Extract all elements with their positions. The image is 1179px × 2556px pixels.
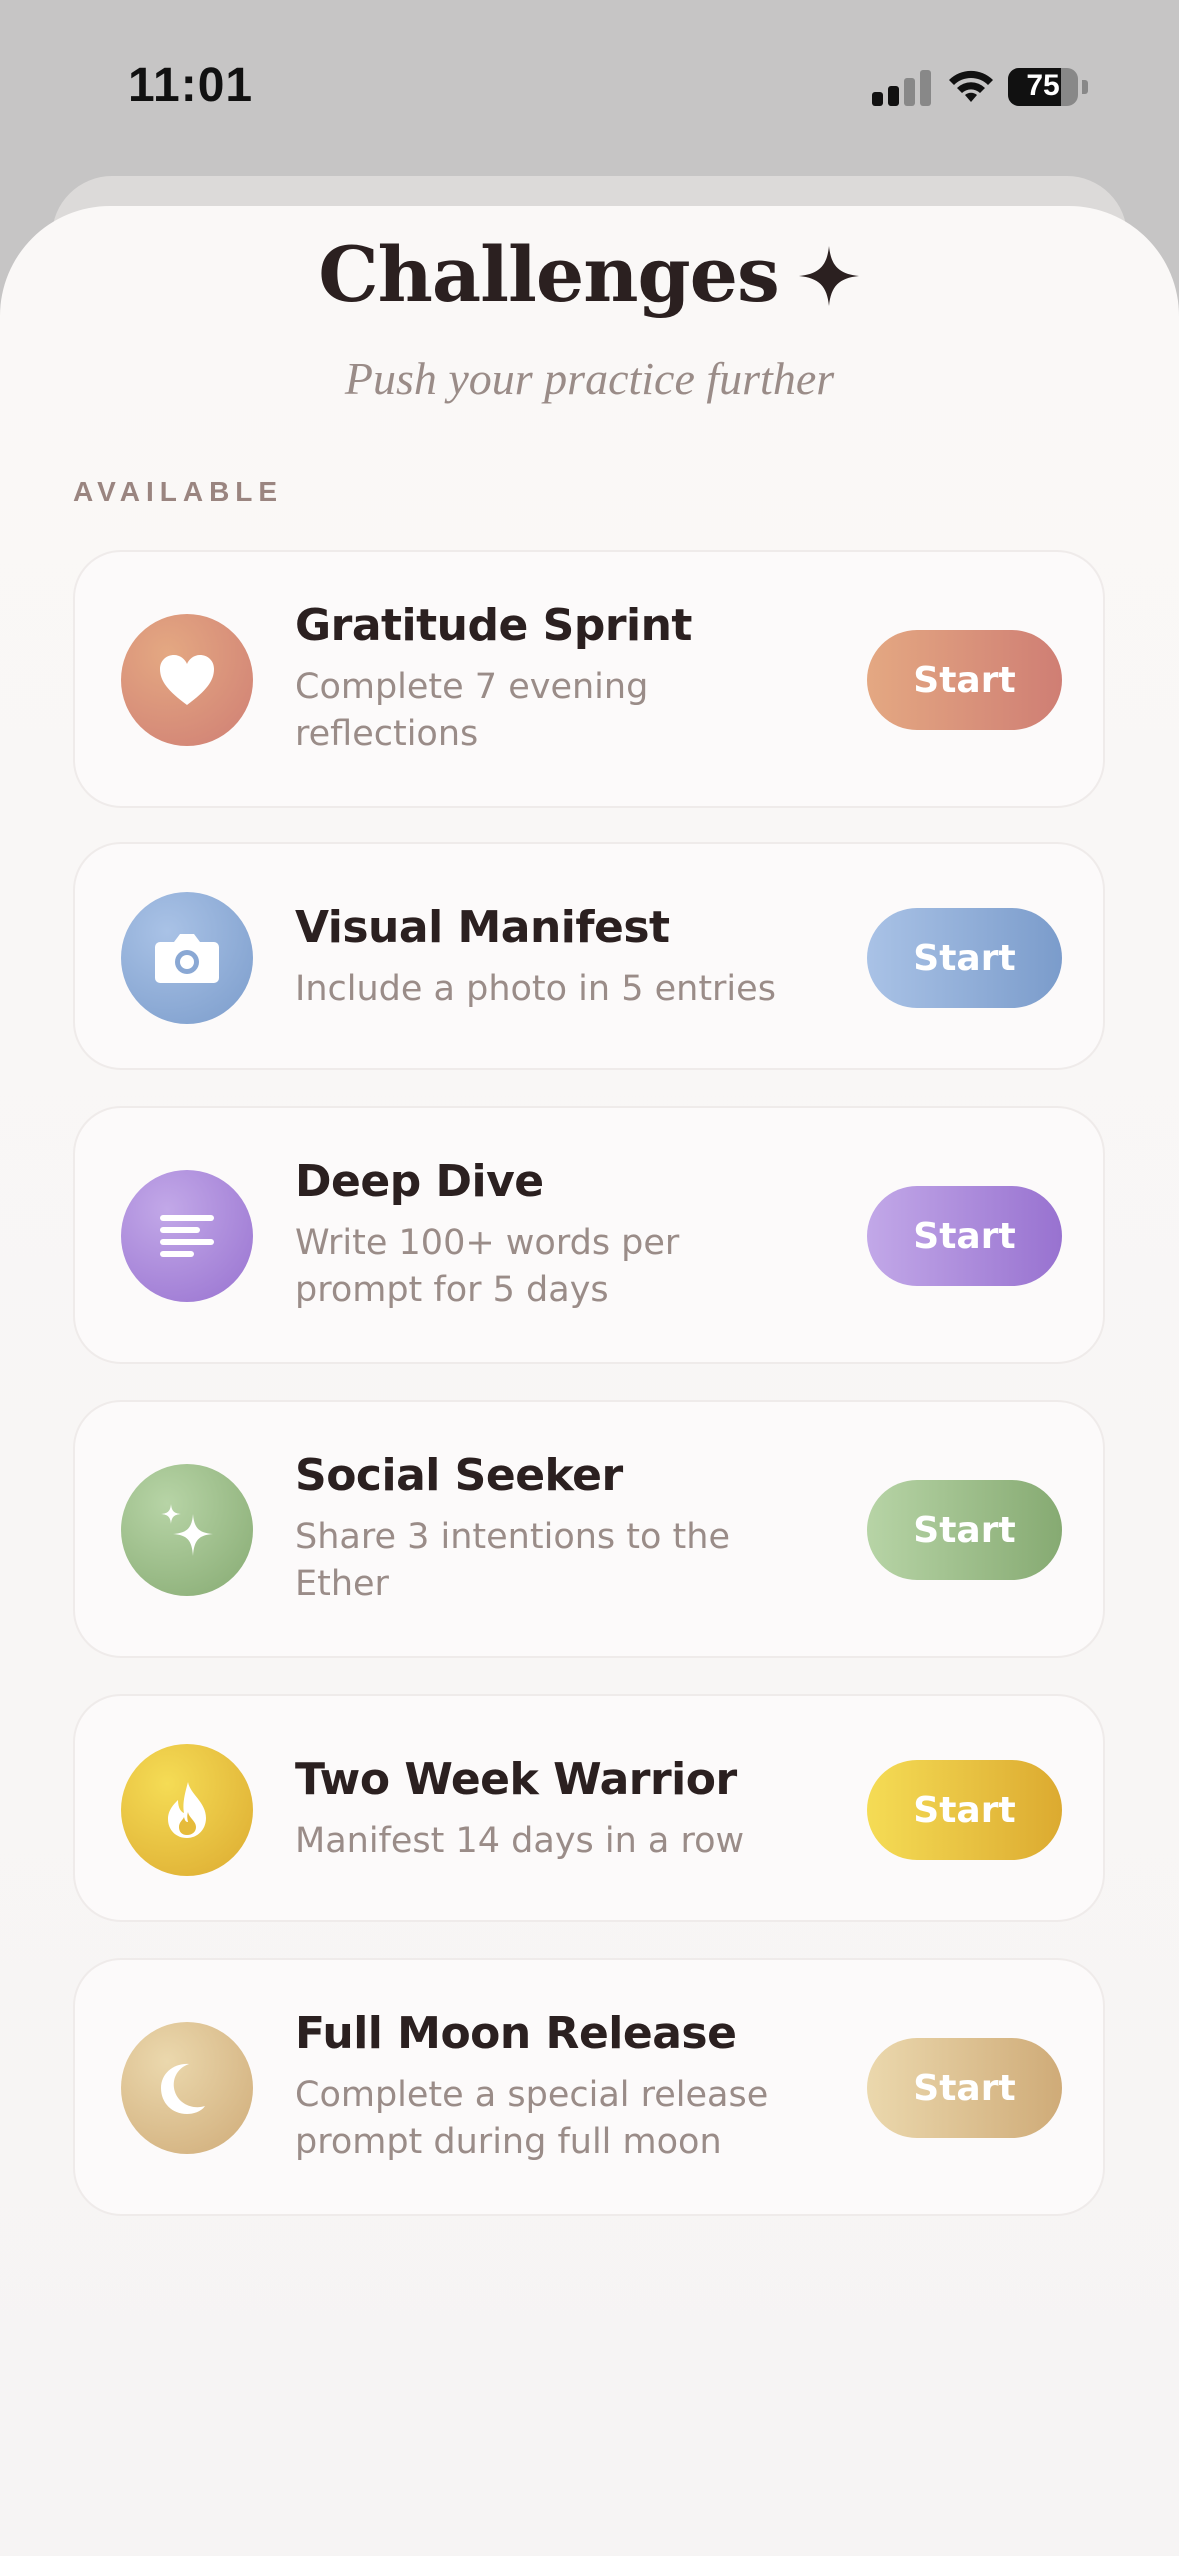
page-subtitle: Push your practice further (344, 353, 835, 404)
challenge-name: Deep Dive (295, 1156, 544, 1207)
challenge-description: Complete a special release prompt during… (295, 2075, 769, 2162)
start-button[interactable]: Start (867, 908, 1062, 1008)
sparkle-icon (797, 237, 861, 326)
challenge-name: Social Seeker (295, 1450, 623, 1501)
start-button[interactable]: Start (867, 630, 1062, 730)
challenge-card-full-moon-release[interactable]: Full Moon Release Complete a special rel… (73, 1958, 1105, 2216)
challenge-name: Full Moon Release (295, 2008, 737, 2059)
battery-icon: 75 (1008, 68, 1078, 106)
challenge-card-social-seeker[interactable]: Social Seeker Share 3 intentions to the … (73, 1400, 1105, 1658)
challenge-description: Include a photo in 5 entries (295, 969, 776, 1009)
start-button[interactable]: Start (867, 1760, 1062, 1860)
challenge-card-two-week-warrior[interactable]: Two Week Warrior Manifest 14 days in a r… (73, 1694, 1105, 1922)
camera-icon (121, 892, 253, 1024)
challenge-name: Two Week Warrior (295, 1754, 737, 1805)
start-button[interactable]: Start (867, 2038, 1062, 2138)
start-button[interactable]: Start (867, 1480, 1062, 1580)
section-label-available: AVAILABLE (73, 476, 284, 507)
challenge-name: Gratitude Sprint (295, 600, 692, 651)
heart-icon (121, 614, 253, 746)
wifi-icon (949, 70, 993, 102)
challenge-name: Visual Manifest (295, 902, 670, 953)
challenge-description: Complete 7 evening reflections (295, 667, 649, 754)
text-lines-icon (121, 1170, 253, 1302)
challenge-description: Write 100+ words per prompt for 5 days (295, 1223, 680, 1310)
battery-tip (1082, 80, 1088, 94)
page-title-text: Challenges (318, 230, 780, 319)
start-button[interactable]: Start (867, 1186, 1062, 1286)
status-time: 11:01 (128, 59, 254, 112)
signal-icon (872, 66, 932, 106)
page-title: Challenges (0, 230, 1179, 326)
sparkles-icon (121, 1464, 253, 1596)
challenge-card-deep-dive[interactable]: Deep Dive Write 100+ words per prompt fo… (73, 1106, 1105, 1364)
flame-icon (121, 1744, 253, 1876)
challenge-description: Manifest 14 days in a row (295, 1821, 745, 1861)
challenge-card-gratitude-sprint[interactable]: Gratitude Sprint Complete 7 evening refl… (73, 550, 1105, 808)
status-bar: 11:01 75 (0, 0, 1179, 170)
battery-percent: 75 (1026, 69, 1060, 102)
moon-icon (121, 2022, 253, 2154)
challenge-description: Share 3 intentions to the Ether (295, 1517, 730, 1604)
challenge-card-visual-manifest[interactable]: Visual Manifest Include a photo in 5 ent… (73, 842, 1105, 1070)
